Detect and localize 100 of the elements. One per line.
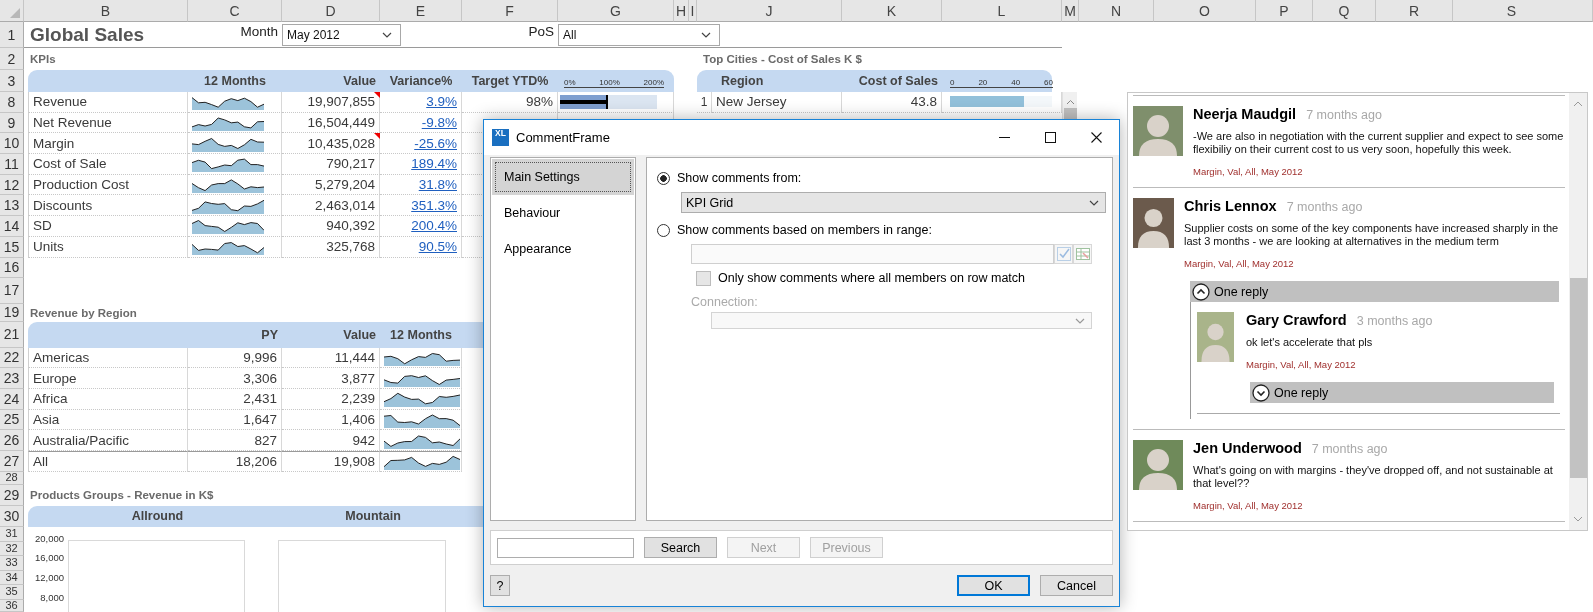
row-header[interactable]: 15	[0, 236, 24, 258]
row-header[interactable]: 3	[0, 70, 24, 92]
column-header[interactable]: O	[1154, 0, 1256, 22]
select-all-button[interactable]	[0, 0, 24, 22]
dialog-button[interactable]: Search	[644, 537, 717, 558]
row-header[interactable]: 13	[0, 195, 24, 217]
checkmark-icon	[1056, 247, 1071, 261]
nav-item[interactable]: Appearance	[492, 231, 634, 267]
column-header[interactable]: G	[558, 0, 674, 22]
comment-text: What's going on with margins - they've dropped off, and not sustainable at that level??	[1193, 464, 1554, 490]
help-button[interactable]: ?	[490, 575, 510, 596]
nav-item[interactable]: Main Settings	[492, 159, 634, 195]
sheet-title: Global Sales	[29, 23, 146, 47]
row-header[interactable]: 11	[0, 154, 24, 175]
row-header[interactable]: 17	[0, 277, 24, 304]
column-header[interactable]: P	[1256, 0, 1313, 22]
table-cell: Revenue	[28, 92, 188, 113]
variance-link[interactable]: 351.3%	[411, 197, 457, 213]
dialog-button[interactable]: OK	[957, 575, 1030, 596]
axis-label: 200%	[643, 78, 664, 87]
row-header[interactable]: 26	[0, 430, 24, 451]
table-cell: Production Cost	[28, 174, 188, 196]
column-header[interactable]: H	[674, 0, 689, 22]
column-header[interactable]: L	[942, 0, 1062, 22]
table-cell: 942	[282, 430, 380, 451]
radio-button[interactable]	[657, 223, 670, 237]
nav-item[interactable]: Behaviour	[492, 195, 634, 231]
scrollbar[interactable]	[1569, 93, 1587, 530]
column-header[interactable]: C	[188, 0, 282, 22]
variance-link[interactable]: 31.8%	[418, 177, 457, 193]
scrollbar-thumb[interactable]	[1569, 278, 1587, 478]
column-heading: Variance%	[388, 73, 454, 90]
column-header[interactable]: N	[1079, 0, 1154, 22]
icon-button[interactable]	[1073, 244, 1092, 264]
variance-link[interactable]: 189.4%	[411, 156, 457, 172]
axis-label: 0	[950, 78, 955, 87]
row-header[interactable]: 9	[0, 112, 24, 134]
table-cell: 43.8	[842, 92, 942, 113]
row-header[interactable]: 23	[0, 368, 24, 389]
column-header[interactable]: Q	[1313, 0, 1376, 22]
row-header[interactable]: 24	[0, 388, 24, 410]
table-cell: Discounts	[28, 195, 188, 217]
chart-title: Mountain	[344, 509, 402, 524]
maximize-icon	[1044, 132, 1056, 143]
dropdown[interactable]	[711, 312, 1092, 329]
section-title: Top Cities - Cost of Sales K $	[702, 52, 863, 67]
row-header[interactable]: 2	[0, 48, 24, 70]
column-header[interactable]: M	[1062, 0, 1079, 22]
row-header[interactable]: 25	[0, 409, 24, 431]
row-header[interactable]: 27	[0, 450, 24, 472]
table-cell: 18,206	[188, 450, 282, 472]
column-header[interactable]: S	[1453, 0, 1593, 22]
table-cell: 3,877	[282, 368, 380, 389]
table-cell: 11,444	[282, 347, 380, 369]
column-header[interactable]: K	[842, 0, 942, 22]
row-header[interactable]: 22	[0, 347, 24, 369]
dialog-button[interactable]: Cancel	[1040, 575, 1113, 596]
row-header[interactable]: 21	[0, 321, 24, 348]
row-header[interactable]: 8	[0, 92, 24, 113]
chevron-down-icon	[1075, 317, 1085, 324]
dropdown[interactable]: All	[558, 24, 720, 46]
column-heading: Value	[342, 73, 377, 90]
table-cell: 827	[188, 430, 282, 451]
row-header[interactable]: 10	[0, 133, 24, 155]
dropdown[interactable]: May 2012	[282, 24, 401, 46]
column-header[interactable]: F	[462, 0, 558, 22]
column-header[interactable]: R	[1376, 0, 1453, 22]
icon-button[interactable]	[1054, 244, 1073, 264]
replies-toggle[interactable]: One reply	[1190, 281, 1559, 302]
axis-label: 12,000	[34, 572, 64, 586]
column-header[interactable]: D	[282, 0, 380, 22]
search-field[interactable]	[497, 537, 634, 558]
table-cell: 5,279,204	[282, 174, 380, 196]
variance-link[interactable]: -25.6%	[414, 135, 457, 151]
chevron-down-icon	[382, 32, 392, 38]
chart-title: Allround	[130, 509, 185, 524]
row-header[interactable]: 30	[0, 505, 24, 527]
replies-toggle[interactable]: One reply	[1250, 382, 1554, 403]
column-header[interactable]: E	[380, 0, 462, 22]
comment-tags: Margin, Val, All, May 2012	[1193, 166, 1565, 177]
variance-link[interactable]: 90.5%	[418, 239, 457, 255]
comment-tags: Margin, Val, All, May 2012	[1193, 500, 1565, 511]
variance-link[interactable]: 200.4%	[411, 218, 457, 234]
table-cell: 1,647	[188, 409, 282, 431]
column-header[interactable]: B	[24, 0, 188, 22]
variance-link[interactable]: -9.8%	[421, 115, 457, 131]
column-heading: Value	[342, 326, 377, 344]
row-header[interactable]: 1	[0, 22, 24, 48]
table-cell: 2,431	[188, 388, 282, 410]
avatar	[1133, 198, 1174, 248]
row-header[interactable]: 12	[0, 174, 24, 196]
row-header[interactable]: 29	[0, 484, 24, 506]
dropdown[interactable]: KPI Grid	[681, 192, 1106, 213]
variance-link[interactable]: 3.9%	[426, 94, 457, 110]
radio-button[interactable]	[657, 171, 670, 185]
row-header[interactable]: 16	[0, 257, 24, 278]
column-header[interactable]: J	[697, 0, 842, 22]
table-cell: Margin	[28, 133, 188, 155]
row-header[interactable]: 14	[0, 216, 24, 237]
comment-marker-icon	[374, 133, 380, 140]
